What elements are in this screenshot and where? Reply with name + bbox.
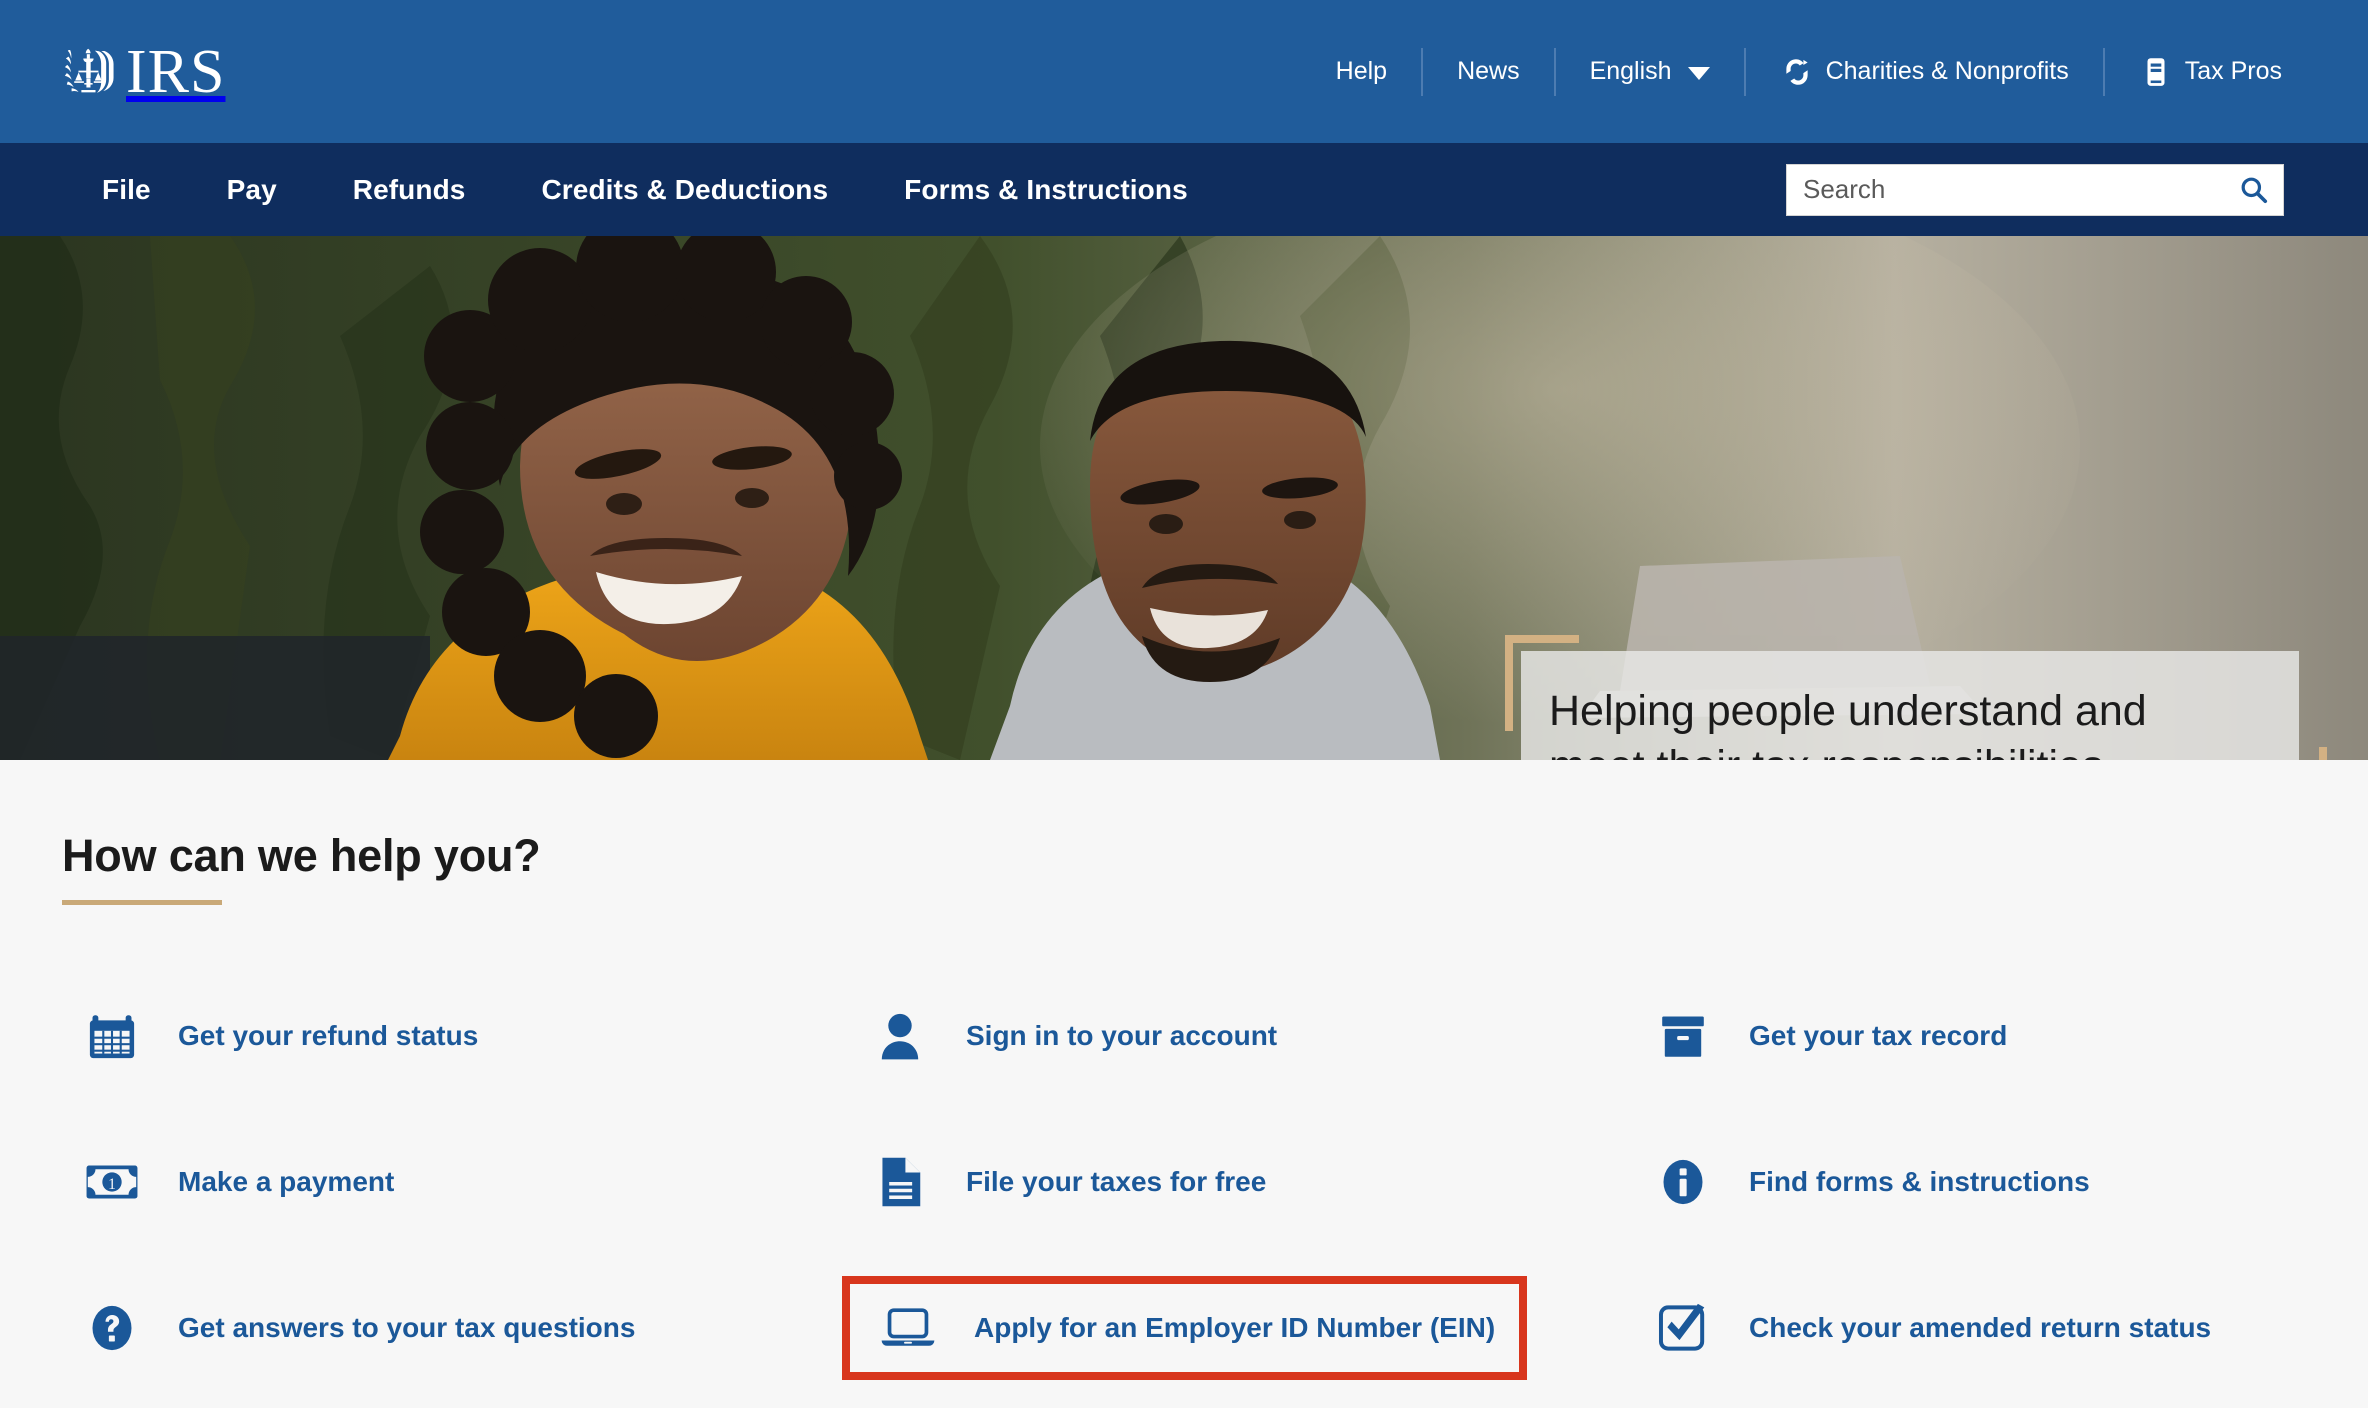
util-nav-news[interactable]: News: [1423, 57, 1554, 86]
hero-text-panel: Helping people understand and meet their…: [1521, 651, 2299, 760]
search-input[interactable]: [1787, 164, 2225, 215]
charities-ribbon-icon: [1785, 58, 1808, 85]
nav-item-forms-instructions[interactable]: Forms & Instructions: [866, 174, 1226, 206]
help-cell: Sign in to your account: [842, 963, 1637, 1109]
help-link-label: Apply for an Employer ID Number (EIN): [974, 1312, 1496, 1343]
help-cell: Get your tax record: [1637, 963, 2306, 1109]
help-link-tax-record[interactable]: Get your tax record: [1637, 996, 2025, 1076]
hero-bracket-top-left: [1505, 635, 1579, 643]
calendar-icon: [80, 1010, 144, 1062]
help-links-grid: Get your refund status Sign in to your a…: [62, 963, 2306, 1401]
page-title: How can we help you?: [62, 830, 541, 881]
help-link-label: Get your tax record: [1749, 1020, 2008, 1051]
main-navigation-bar: File Pay Refunds Credits & Deductions Fo…: [0, 143, 2368, 236]
help-cell: 1 Make a payment: [62, 1109, 842, 1255]
document-icon: [868, 1155, 932, 1209]
help-section: How can we help you? Get your refund sta…: [0, 760, 2368, 1401]
nav-item-file[interactable]: File: [62, 174, 189, 206]
util-nav-charities-label: Charities & Nonprofits: [1825, 57, 2069, 85]
util-nav-help-label: Help: [1335, 57, 1388, 85]
help-cell: File your taxes for free: [842, 1109, 1637, 1255]
utility-nav: Help News English Charities & Nonprofits: [1302, 0, 2316, 143]
help-link-amended-return-status[interactable]: Check your amended return status: [1637, 1287, 2229, 1369]
util-nav-charities-nonprofits[interactable]: Charities & Nonprofits: [1746, 55, 2103, 89]
help-link-label: Check your amended return status: [1749, 1312, 2212, 1343]
hero-caption: Helping people understand and meet their…: [1505, 635, 2327, 760]
util-nav-news-label: News: [1457, 57, 1520, 85]
help-cell: Get answers to your tax questions: [62, 1255, 842, 1401]
info-circle-icon: [1651, 1156, 1715, 1208]
help-cell: Check your amended return status: [1637, 1255, 2306, 1401]
utility-nav-divider: [1553, 47, 1556, 96]
irs-logo-link[interactable]: IRS: [62, 41, 225, 103]
irs-logo-text: IRS: [126, 37, 226, 106]
help-cell: Find forms & instructions: [1637, 1109, 2306, 1255]
irs-eagle-seal-icon: [64, 48, 114, 93]
help-link-forms-instructions[interactable]: Find forms & instructions: [1637, 1142, 2108, 1222]
help-link-label: Make a payment: [178, 1166, 395, 1197]
title-underline-rule: [62, 900, 222, 905]
help-link-label: Find forms & instructions: [1749, 1166, 2090, 1197]
util-nav-language-label: English: [1589, 57, 1672, 85]
hero-headline-line-2: meet their tax responsibilities: [1549, 739, 2271, 760]
help-link-free-file[interactable]: File your taxes for free: [842, 1141, 1284, 1223]
chevron-down-icon: [1687, 67, 1710, 80]
top-utility-bar: IRS Help News English Charities & Nonpro…: [0, 0, 2368, 143]
person-icon: [868, 1010, 932, 1062]
help-link-make-payment[interactable]: 1 Make a payment: [62, 1148, 412, 1216]
help-link-sign-in[interactable]: Sign in to your account: [842, 996, 1295, 1076]
help-link-refund-status[interactable]: Get your refund status: [62, 996, 496, 1076]
hero-banner: Helping people understand and meet their…: [0, 236, 2368, 760]
nav-item-credits-deductions[interactable]: Credits & Deductions: [503, 174, 866, 206]
laptop-icon: [876, 1306, 940, 1350]
hero-bracket-top-left: [1505, 635, 1513, 731]
question-circle-icon: [80, 1302, 144, 1354]
dollar-bill-icon: 1: [80, 1162, 144, 1202]
utility-nav-divider: [1743, 47, 1746, 96]
utility-nav-divider: [2102, 47, 2105, 96]
help-link-label: File your taxes for free: [966, 1166, 1267, 1197]
tax-pros-card-icon: [2147, 57, 2165, 86]
search-bar: [1786, 163, 2284, 216]
util-nav-help[interactable]: Help: [1302, 57, 1421, 86]
help-cell: Apply for an Employer ID Number (EIN): [842, 1255, 1637, 1401]
utility-nav-divider: [1421, 47, 1424, 96]
nav-item-refunds[interactable]: Refunds: [315, 174, 504, 206]
help-link-label: Get your refund status: [178, 1020, 479, 1051]
help-link-label: Sign in to your account: [966, 1020, 1278, 1051]
util-nav-language-selector[interactable]: English: [1556, 57, 1744, 86]
help-link-tax-questions[interactable]: Get answers to your tax questions: [62, 1288, 653, 1368]
archive-box-icon: [1651, 1010, 1715, 1062]
help-cell: Get your refund status: [62, 963, 842, 1109]
svg-text:1: 1: [108, 1176, 116, 1193]
help-link-label: Get answers to your tax questions: [178, 1312, 636, 1343]
nav-item-pay[interactable]: Pay: [189, 174, 315, 206]
main-nav-items: File Pay Refunds Credits & Deductions Fo…: [62, 174, 1226, 206]
util-nav-tax-pros[interactable]: Tax Pros: [2105, 55, 2316, 89]
help-link-apply-ein[interactable]: Apply for an Employer ID Number (EIN): [842, 1276, 1528, 1380]
checkbox-check-icon: [1651, 1301, 1715, 1355]
search-icon: [2241, 177, 2268, 203]
util-nav-tax-pros-label: Tax Pros: [2184, 57, 2282, 85]
search-submit-button[interactable]: [2225, 165, 2283, 215]
hero-bracket-bottom-right: [2319, 747, 2327, 760]
hero-headline-line-1: Helping people understand and: [1549, 686, 2147, 735]
